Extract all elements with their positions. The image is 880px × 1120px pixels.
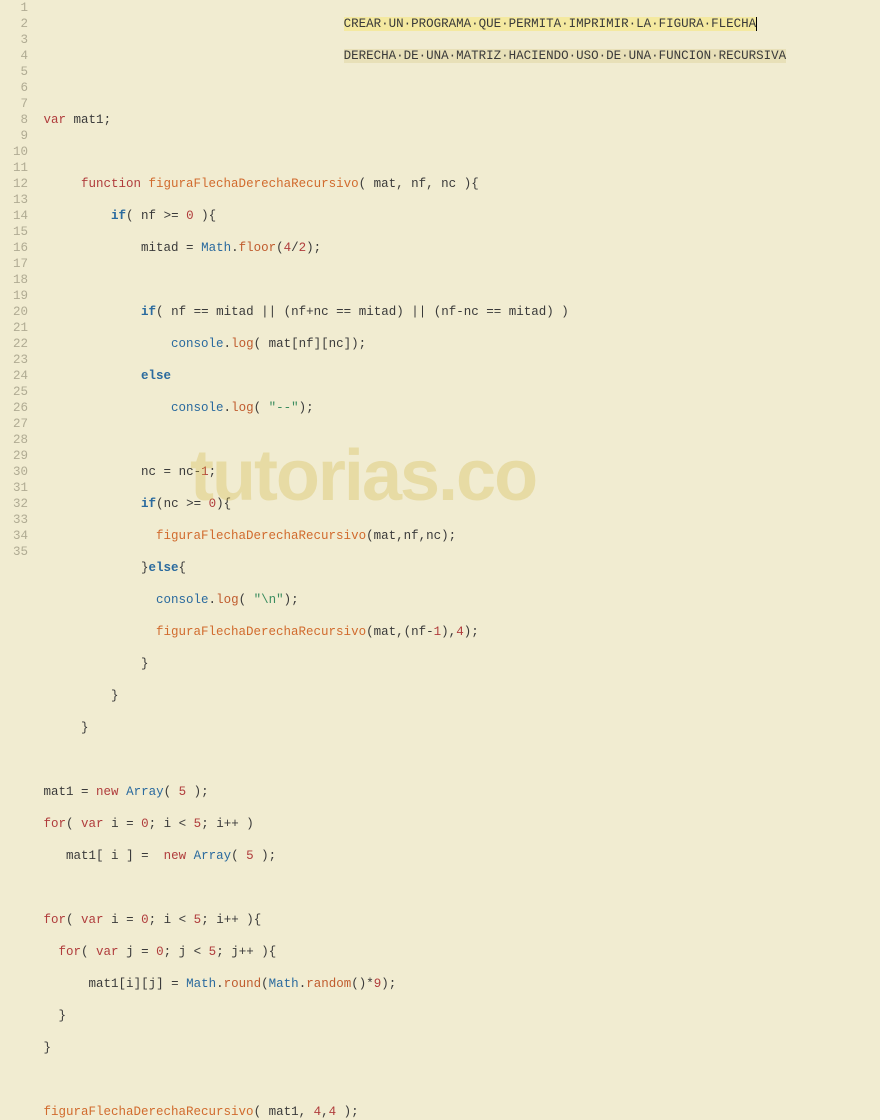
- line-number: 6: [0, 80, 28, 96]
- code-line: mat1 = new Array( 5 );: [36, 784, 880, 800]
- line-number: 15: [0, 224, 28, 240]
- code-line: [36, 432, 880, 448]
- line-number: 28: [0, 432, 28, 448]
- line-number: 16: [0, 240, 28, 256]
- code-line: [36, 272, 880, 288]
- code-line: [36, 80, 880, 96]
- code-line: var mat1;: [36, 112, 880, 128]
- line-number: 9: [0, 128, 28, 144]
- code-line: }: [36, 656, 880, 672]
- line-number: 1: [0, 0, 28, 16]
- code-line: figuraFlechaDerechaRecursivo(mat,(nf-1),…: [36, 624, 880, 640]
- code-line: nc = nc-1;: [36, 464, 880, 480]
- code-line: console.log( mat[nf][nc]);: [36, 336, 880, 352]
- code-line: if(nc >= 0){: [36, 496, 880, 512]
- code-line: function figuraFlechaDerechaRecursivo( m…: [36, 176, 880, 192]
- line-number: 4: [0, 48, 28, 64]
- line-number: 26: [0, 400, 28, 416]
- code-line: DERECHA·DE·UNA·MATRIZ·HACIENDO·USO·DE·UN…: [36, 48, 880, 64]
- line-number: 13: [0, 192, 28, 208]
- highlighted-comment: CREAR·UN·PROGRAMA·QUE·PERMITA·IMPRIMIR·L…: [344, 17, 757, 31]
- line-number: 32: [0, 496, 28, 512]
- line-number: 14: [0, 208, 28, 224]
- line-number: 19: [0, 288, 28, 304]
- line-number: 20: [0, 304, 28, 320]
- line-number: 7: [0, 96, 28, 112]
- line-number-gutter: 1 2 3 4 5 6 7 8 9 10 11 12 13 14 15 16 1…: [0, 0, 36, 560]
- line-number: 35: [0, 544, 28, 560]
- line-number: 3: [0, 32, 28, 48]
- line-number: 34: [0, 528, 28, 544]
- code-line: mitad = Math.floor(4/2);: [36, 240, 880, 256]
- code-editor: 1 2 3 4 5 6 7 8 9 10 11 12 13 14 15 16 1…: [0, 0, 880, 560]
- text-cursor: [756, 17, 757, 31]
- line-number: 10: [0, 144, 28, 160]
- code-line: [36, 144, 880, 160]
- code-line: [36, 1072, 880, 1088]
- code-line: console.log( "--");: [36, 400, 880, 416]
- line-number: 21: [0, 320, 28, 336]
- code-line: CREAR·UN·PROGRAMA·QUE·PERMITA·IMPRIMIR·L…: [36, 16, 880, 32]
- line-number: 17: [0, 256, 28, 272]
- code-line: if( nf == mitad || (nf+nc == mitad) || (…: [36, 304, 880, 320]
- line-number: 27: [0, 416, 28, 432]
- line-number: 2: [0, 16, 28, 32]
- line-number: 8: [0, 112, 28, 128]
- line-number: 33: [0, 512, 28, 528]
- code-line: mat1[ i ] = new Array( 5 );: [36, 848, 880, 864]
- code-line: else: [36, 368, 880, 384]
- code-content[interactable]: CREAR·UN·PROGRAMA·QUE·PERMITA·IMPRIMIR·L…: [36, 0, 880, 560]
- line-number: 30: [0, 464, 28, 480]
- line-number: 12: [0, 176, 28, 192]
- line-number: 29: [0, 448, 28, 464]
- line-number: 25: [0, 384, 28, 400]
- code-line: }: [36, 1040, 880, 1056]
- highlighted-comment: DERECHA·DE·UNA·MATRIZ·HACIENDO·USO·DE·UN…: [344, 49, 787, 63]
- line-number: 22: [0, 336, 28, 352]
- line-number: 31: [0, 480, 28, 496]
- code-line: [36, 752, 880, 768]
- code-line: [36, 880, 880, 896]
- code-line: for( var i = 0; i < 5; i++ ){: [36, 912, 880, 928]
- code-line: mat1[i][j] = Math.round(Math.random()*9)…: [36, 976, 880, 992]
- line-number: 23: [0, 352, 28, 368]
- code-line: for( var i = 0; i < 5; i++ ): [36, 816, 880, 832]
- code-line: console.log( "\n");: [36, 592, 880, 608]
- line-number: 5: [0, 64, 28, 80]
- line-number: 18: [0, 272, 28, 288]
- code-line: }: [36, 688, 880, 704]
- code-line: if( nf >= 0 ){: [36, 208, 880, 224]
- code-line: }: [36, 720, 880, 736]
- line-number: 24: [0, 368, 28, 384]
- code-line: }else{: [36, 560, 880, 576]
- code-line: for( var j = 0; j < 5; j++ ){: [36, 944, 880, 960]
- code-line: figuraFlechaDerechaRecursivo(mat,nf,nc);: [36, 528, 880, 544]
- line-number: 11: [0, 160, 28, 176]
- code-line: }: [36, 1008, 880, 1024]
- code-line: figuraFlechaDerechaRecursivo( mat1, 4,4 …: [36, 1104, 880, 1120]
